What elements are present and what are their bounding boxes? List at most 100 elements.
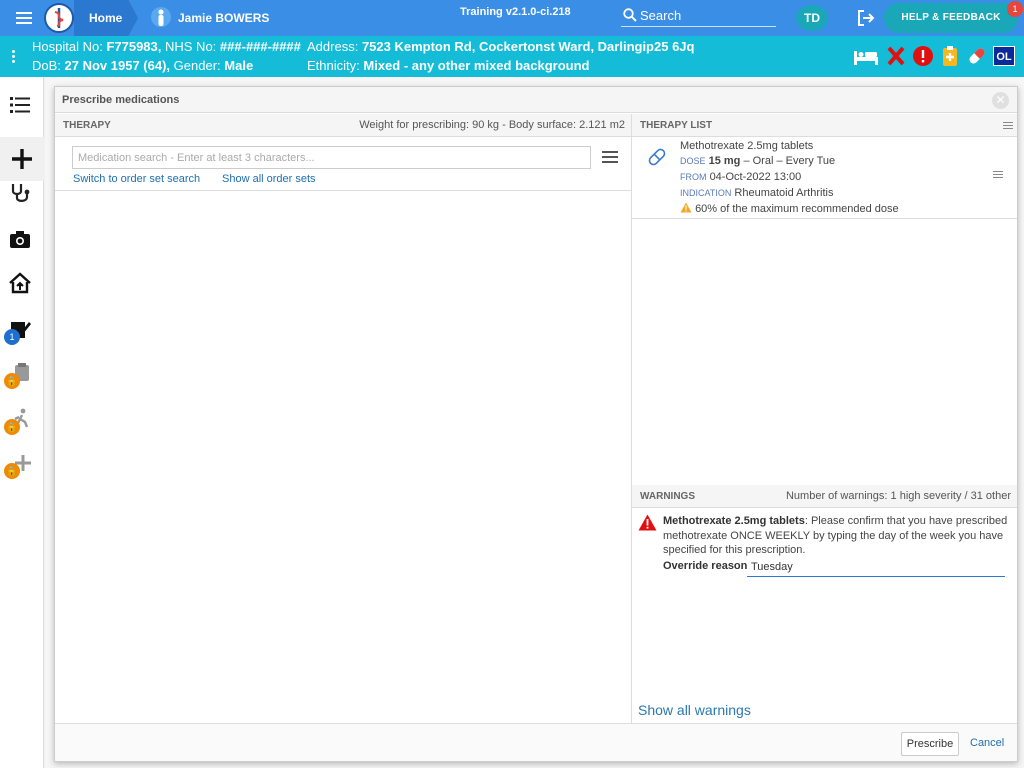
therapy-list-menu-icon[interactable] — [1003, 122, 1013, 132]
gender-value: Male — [224, 58, 254, 73]
nav-locked-2[interactable]: 🔒 — [4, 407, 36, 435]
dose-warning: 60% of the maximum recommended dose — [680, 202, 899, 215]
ethnicity-value: Mixed - any other mixed background — [363, 58, 590, 73]
nav-add[interactable] — [0, 137, 44, 181]
cancel-button[interactable]: Cancel — [970, 737, 1004, 749]
help-feedback-button[interactable]: HELP & FEEDBACK — [884, 3, 1018, 33]
address-label: Address: — [307, 39, 359, 54]
hospital-no: F775983, — [106, 39, 162, 54]
logout-icon[interactable] — [856, 8, 876, 28]
therapy-header: THERAPY Weight for prescribing: 90 kg - … — [55, 114, 631, 137]
nav-locked-3[interactable]: 🔒 — [4, 451, 36, 479]
menu-list-icon[interactable] — [602, 151, 618, 163]
home-label[interactable]: Home — [89, 11, 122, 25]
notification-badge: 1 — [1007, 1, 1023, 17]
indication-label: INDICATION — [680, 188, 732, 198]
warning-message: Methotrexate 2.5mg tablets: Please confi… — [663, 514, 1008, 558]
left-nav: 1 🔒 🔒 🔒 — [0, 77, 44, 768]
override-reason-input[interactable] — [747, 557, 1005, 577]
hospital-no-label: Hospital No: — [32, 39, 103, 54]
therapy-heading: THERAPY — [63, 120, 111, 131]
warnings-count: Number of warnings: 1 high severity / 31… — [785, 490, 1011, 502]
patient-name[interactable]: Jamie BOWERS — [178, 11, 269, 25]
patient-ethnicity: Ethnicity: Mixed - any other mixed backg… — [307, 58, 589, 73]
top-bar: Home Jamie BOWERS Training v2.1.0-ci.218… — [0, 0, 1024, 36]
nav-clinical[interactable] — [8, 181, 36, 209]
nav-locked-1[interactable]: 🔒 — [4, 361, 36, 389]
address-value: 7523 Kempton Rd, Cockertonst Ward, Darli… — [361, 39, 695, 54]
gender-label: Gender: — [173, 58, 221, 73]
nhs-no-label: NHS No: — [165, 39, 217, 54]
nav-discharge[interactable] — [8, 271, 36, 299]
person-icon — [150, 6, 172, 30]
medication-search-input[interactable] — [72, 146, 591, 169]
dialog-footer: Prescribe Cancel — [55, 723, 1017, 761]
therapy-list-panel: THERAPY LIST Methotrexate 2.5mg tablets … — [632, 114, 1017, 723]
order-set-search-link[interactable]: Switch to order set search — [73, 173, 200, 185]
version-label: Training v2.1.0-ci.218 — [460, 6, 571, 18]
dialog-header: Prescribe medications ✕ — [55, 87, 1017, 113]
nav-camera[interactable] — [8, 227, 36, 255]
show-order-sets-link[interactable]: Show all order sets — [222, 173, 316, 185]
camera-icon — [10, 231, 30, 248]
global-search[interactable]: Search — [621, 5, 776, 27]
therapy-panel: THERAPY Weight for prescribing: 90 kg - … — [55, 114, 631, 723]
dob-label: DoB: — [32, 58, 61, 73]
dose-warning-text: 60% of the maximum recommended dose — [695, 203, 899, 215]
banner-alert-icons: OL — [852, 44, 1015, 68]
search-icon — [623, 8, 637, 22]
warning-item: Methotrexate 2.5mg tablets: Please confi… — [632, 508, 1017, 581]
menu-icon[interactable] — [16, 9, 40, 27]
dialog-title: Prescribe medications — [62, 94, 180, 106]
dob-value: 27 Nov 1957 (64), — [64, 58, 171, 73]
patient-address: Address: 7523 Kempton Rd, Cockertonst Wa… — [307, 39, 694, 54]
from-label: FROM — [680, 172, 707, 182]
warnings-header: WARNINGS Number of warnings: 1 high seve… — [632, 485, 1017, 508]
clipboard-icon[interactable] — [939, 45, 961, 67]
ol-badge[interactable]: OL — [993, 46, 1015, 66]
patient-ids: Hospital No: F775983, NHS No: ###-###-##… — [32, 39, 301, 54]
show-all-warnings-link[interactable]: Show all warnings — [638, 702, 751, 718]
therapy-list-item[interactable]: Methotrexate 2.5mg tablets DOSE 15 mg – … — [632, 137, 1017, 219]
nhs-no: ###-###-#### — [219, 39, 301, 54]
weight-info: Weight for prescribing: 90 kg - Body sur… — [359, 119, 625, 131]
cross-alert-icon[interactable] — [885, 45, 907, 67]
home-arrow-icon — [9, 272, 31, 294]
item-menu-icon[interactable] — [993, 171, 1003, 181]
from-value: 04-Oct-2022 13:00 — [709, 171, 802, 183]
bed-icon[interactable] — [852, 45, 880, 67]
nav-tasks[interactable]: 1 — [4, 317, 36, 345]
indication-value: Rheumatoid Arthritis — [734, 187, 834, 199]
warnings-section: WARNINGS Number of warnings: 1 high seve… — [632, 485, 1017, 723]
alert-icon[interactable] — [912, 45, 934, 67]
prescribe-button[interactable]: Prescribe — [901, 732, 959, 756]
more-vertical-icon[interactable] — [12, 48, 18, 66]
user-avatar[interactable]: TD — [796, 5, 828, 31]
stethoscope-icon — [11, 184, 30, 202]
close-icon[interactable]: ✕ — [992, 92, 1009, 109]
therapy-name: Methotrexate 2.5mg tablets — [680, 140, 814, 152]
warning-drug: Methotrexate 2.5mg tablets — [663, 515, 805, 527]
ethnicity-label: Ethnicity: — [307, 58, 360, 73]
therapy-list-heading: THERAPY LIST — [640, 120, 713, 131]
plus-icon — [12, 149, 32, 169]
lock-icon: 🔒 — [4, 419, 20, 435]
lock-icon: 🔒 — [4, 373, 20, 389]
dose-value: 15 mg — [708, 155, 741, 167]
override-reason-label: Override reason — [663, 560, 748, 572]
warnings-heading: WARNINGS — [640, 491, 695, 502]
nav-list[interactable] — [8, 93, 36, 121]
high-severity-warning-icon — [638, 514, 657, 531]
therapy-dose: DOSE 15 mg – Oral – Every Tue — [680, 155, 835, 167]
pill-icon — [648, 148, 666, 166]
lock-icon: 🔒 — [4, 463, 20, 479]
medication-pill-icon[interactable] — [966, 45, 988, 67]
warning-triangle-icon — [680, 202, 692, 213]
therapy-list-header: THERAPY LIST — [632, 114, 1017, 137]
search-label: Search — [640, 8, 682, 23]
medication-search-row: Switch to order set search Show all orde… — [55, 137, 631, 191]
therapy-from: FROM 04-Oct-2022 13:00 — [680, 171, 801, 183]
patient-dob: DoB: 27 Nov 1957 (64), Gender: Male — [32, 58, 253, 73]
prescribe-medications-dialog: Prescribe medications ✕ THERAPY Weight f… — [54, 86, 1018, 762]
app-logo-icon — [44, 3, 74, 33]
